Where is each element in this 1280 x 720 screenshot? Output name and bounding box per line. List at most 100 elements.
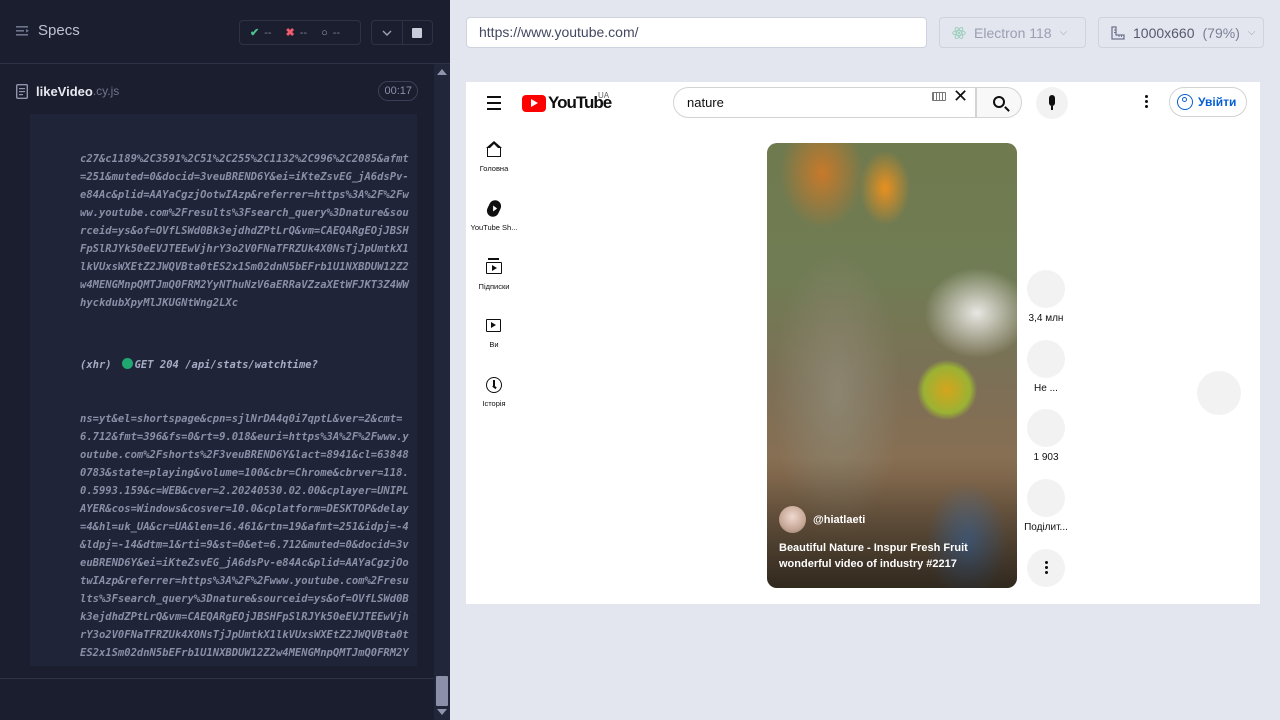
spec-name: likeVideo [36,83,93,99]
home-icon [485,140,503,160]
stop-button[interactable] [401,21,432,44]
guide-item-shorts[interactable]: YouTube Sh... [466,198,522,232]
more-actions-button[interactable] [1019,549,1073,587]
stop-icon [412,27,423,38]
failed-stat: ✖ -- [285,26,308,40]
chevron-down-icon: ⌵ [1247,27,1256,38]
divider [0,678,434,679]
sign-in-label: Увійти [1198,95,1237,109]
channel-name[interactable]: @hiatlaeti [813,514,865,526]
xhr-path: /api/stats/watchtime? [185,359,318,371]
spec-file-row[interactable]: likeVideo .cy.js 00:17 [16,78,418,104]
thumb-down-icon [1027,340,1065,378]
scroll-down-icon[interactable] [437,709,447,715]
log-scrollbar[interactable] [434,64,450,720]
comment-count: 1 903 [1033,452,1059,463]
spec-extension: .cy.js [92,84,120,98]
viewport-selector[interactable]: 1000x660 (79%) ⌵ [1098,17,1264,48]
share-button[interactable]: Поділит... [1019,479,1073,533]
youtube-logo[interactable]: YouTube UA [522,91,612,113]
xhr-tag: (xhr) [80,359,112,371]
guide-label: Головна [479,164,509,173]
short-title: Beautiful Nature - Inspur Fresh Fruit wo… [779,542,968,570]
failed-count: -- [299,26,308,39]
subscriptions-icon [485,258,503,278]
chevron-down-icon [382,30,392,36]
short-video-player[interactable]: @hiatlaeti Beautiful Nature - Inspur Fre… [767,143,1017,588]
pending-ring-icon: ○ [321,26,328,39]
guide-label: Історія [482,399,506,408]
clear-search-icon[interactable]: ✕ [953,87,968,105]
command-log: c27&c1189%2C3591%2C51%2C255%2C1132%2C996… [30,114,417,666]
electron-icon [952,26,966,39]
guide-label: Ви [489,340,499,349]
chevron-down-button[interactable] [372,21,402,44]
guide-item-subscriptions[interactable]: Підписки [466,258,522,291]
xhr-log-entry[interactable]: (xhr) GET 204 /api/stats/watchtime? [80,356,412,374]
cypress-runner-panel: Specs ✔ -- ✖ -- ○ -- likeVideo .cy.js 00… [0,0,450,720]
mic-stand [1051,106,1053,110]
pending-count: -- [332,26,341,39]
more-vert-icon [1027,549,1065,587]
sign-in-button[interactable]: Увійти [1169,87,1247,117]
thumb-up-icon [1027,270,1065,308]
scroll-up-icon[interactable] [437,69,447,75]
specs-toggle[interactable]: Specs [16,22,80,39]
guide-item-history[interactable]: Історія [466,375,522,408]
search-button[interactable] [976,87,1022,118]
guide-item-you[interactable]: Ви [466,316,522,349]
like-button[interactable]: 3,4 млн [1019,270,1073,324]
spec-duration: 00:17 [378,81,418,101]
pending-stat: ○ -- [321,27,340,39]
ruler-icon [1111,25,1125,40]
guide-label: Підписки [478,282,510,291]
shorts-icon [484,198,504,219]
command-log-text: c27&c1189%2C3591%2C51%2C255%2C1132%2C996… [80,114,412,666]
account-icon [1177,94,1193,110]
file-icon [16,83,28,99]
chevron-down-icon: ⌵ [1059,27,1068,38]
next-short-button[interactable] [1197,371,1241,415]
app-preview-frame: YouTube UA nature ✕ Увійти Головна YouTu… [466,82,1260,604]
browser-name: Electron 118 [974,24,1052,41]
runner-header: Specs ✔ -- ✖ -- ○ -- [0,0,450,64]
comments-button[interactable]: 1 903 [1019,409,1073,463]
search-icon [993,96,1005,108]
specs-title: Specs [38,22,80,39]
comment-icon [1027,409,1065,447]
share-icon [1027,479,1065,517]
xhr-status: 204 [159,359,179,371]
like-count: 3,4 млн [1028,313,1064,324]
guide-item-home[interactable]: Головна [466,140,522,173]
url-bar[interactable]: https://www.youtube.com/ [466,17,927,48]
passed-stat: ✔ -- [250,26,272,40]
youtube-play-icon [522,94,546,112]
dislike-button[interactable]: Не ... [1019,340,1073,394]
mic-icon [1049,95,1055,106]
history-icon [485,375,503,395]
menu-icon[interactable] [487,96,501,114]
check-icon: ✔ [250,27,260,39]
browser-selector[interactable]: Electron 118 ⌵ [939,17,1086,48]
run-controls [371,20,433,45]
status-dot-icon [121,358,133,369]
settings-more-icon[interactable] [1145,95,1149,110]
region-code: UA [598,91,610,100]
specs-list-icon [16,25,29,36]
test-stats: ✔ -- ✖ -- ○ -- [239,20,361,45]
dislike-label: Не ... [1034,383,1058,394]
channel-avatar[interactable] [779,506,806,533]
zoom-level: (79%) [1202,24,1240,41]
passed-count: -- [264,26,272,39]
xhr-method: GET [134,359,154,371]
guide-label: YouTube Sh... [470,223,518,232]
keyboard-icon[interactable] [932,92,946,101]
voice-search-button[interactable] [1036,87,1068,119]
scroll-thumb[interactable] [436,676,448,706]
log-fragment: ns=yt&el=shortspage&cpn=sjlNrDA4q0i7qptL… [80,413,409,666]
search-input[interactable]: nature [673,87,976,118]
x-icon: ✖ [285,27,295,39]
viewport-size: 1000x660 [1133,24,1195,41]
your-channel-icon [485,316,503,336]
log-fragment: c27&c1189%2C3591%2C51%2C255%2C1132%2C996… [80,153,409,309]
